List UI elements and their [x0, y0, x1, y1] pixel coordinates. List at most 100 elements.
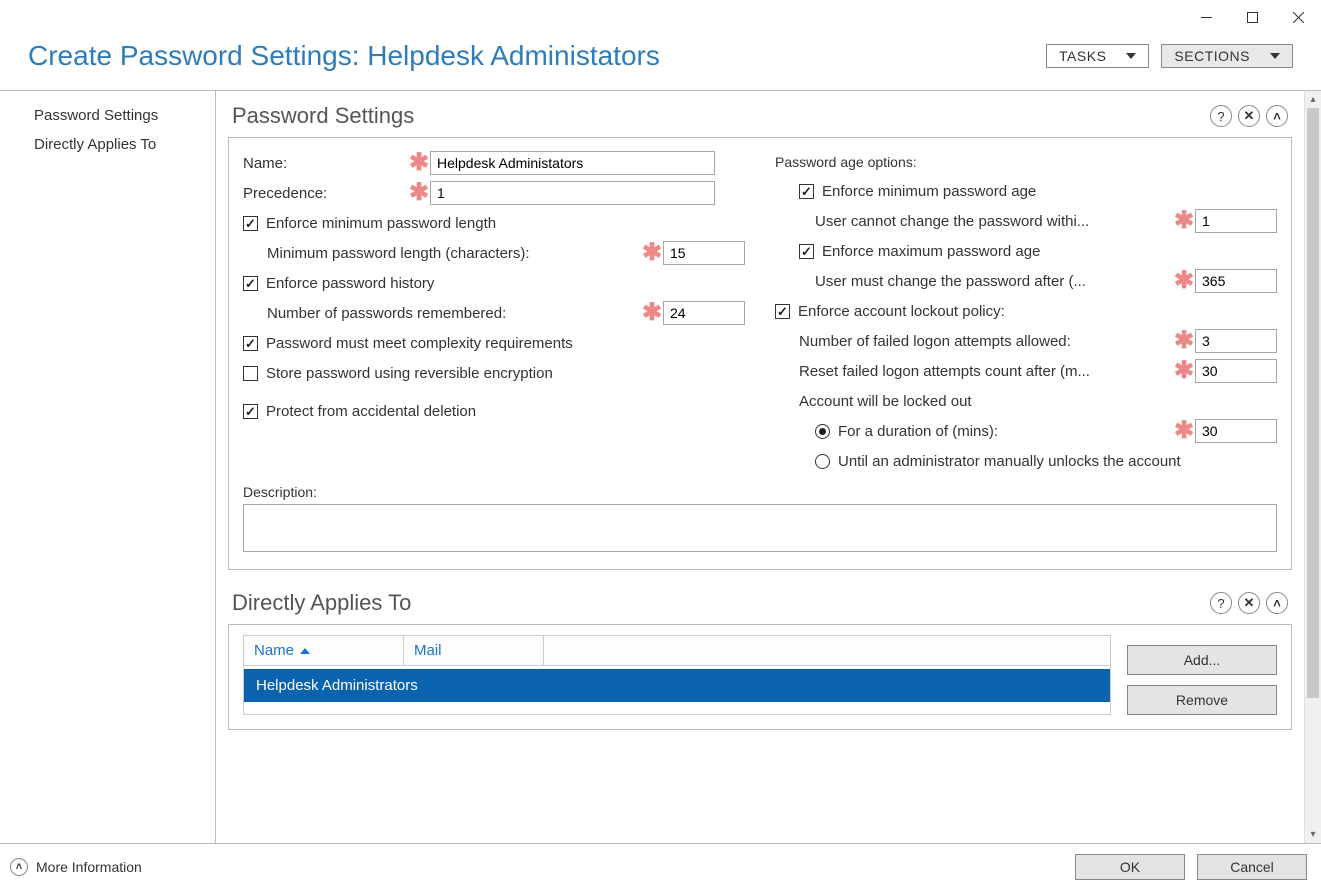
- remove-button[interactable]: Remove: [1127, 685, 1277, 715]
- min-length-input[interactable]: [663, 241, 745, 265]
- lockout-admin-label: Until an administrator manually unlocks …: [838, 453, 1181, 470]
- precedence-label: Precedence:: [243, 185, 408, 202]
- enforce-lockout-checkbox[interactable]: [775, 304, 790, 319]
- cancel-button[interactable]: Cancel: [1197, 854, 1307, 880]
- left-column: Name: ✱ Precedence: ✱ En: [243, 148, 745, 476]
- description-label: Description:: [243, 484, 1277, 500]
- collapse-icon[interactable]: ˄: [1266, 105, 1288, 127]
- enforce-lockout-label: Enforce account lockout policy:: [798, 303, 1005, 320]
- content-wrap: Password Settings ? ✕ ˄ Name: ✱: [216, 91, 1321, 843]
- password-settings-panel: Name: ✱ Precedence: ✱ En: [228, 137, 1292, 570]
- sidebar: Password Settings Directly Applies To: [0, 91, 216, 843]
- add-button[interactable]: Add...: [1127, 645, 1277, 675]
- max-age-sub-label: User must change the password after (...: [815, 273, 1173, 290]
- applies-to-table: Name Mail Helpdesk Administrators: [243, 635, 1111, 715]
- reset-count-label: Reset failed logon attempts count after …: [799, 363, 1173, 380]
- table-side-buttons: Add... Remove: [1127, 635, 1277, 715]
- enforce-max-age-checkbox[interactable]: [799, 244, 814, 259]
- table-header: Name Mail: [244, 636, 1110, 666]
- more-information-toggle[interactable]: ˄ More Information: [10, 858, 142, 876]
- footer: ˄ More Information OK Cancel: [0, 843, 1321, 889]
- enforce-min-length-label: Enforce minimum password length: [266, 215, 496, 232]
- sidebar-item-password-settings[interactable]: Password Settings: [0, 101, 215, 130]
- lockout-duration-label: For a duration of (mins):: [838, 423, 1173, 440]
- chevron-down-icon: [1270, 53, 1280, 59]
- close-button[interactable]: [1275, 2, 1321, 32]
- scroll-up-icon[interactable]: ▴: [1305, 91, 1321, 108]
- right-column: Password age options: Enforce minimum pa…: [775, 148, 1277, 476]
- row-name: Helpdesk Administrators: [256, 677, 418, 694]
- required-icon: ✱: [641, 246, 663, 260]
- section-header-applies-to: Directly Applies To ? ✕ ˄: [228, 586, 1292, 624]
- help-icon[interactable]: ?: [1210, 105, 1232, 127]
- required-icon: ✱: [641, 306, 663, 320]
- sort-asc-icon: [300, 648, 310, 654]
- scroll-down-icon[interactable]: ▾: [1305, 826, 1321, 843]
- reset-count-input[interactable]: [1195, 359, 1277, 383]
- column-mail[interactable]: Mail: [404, 636, 544, 665]
- clear-icon[interactable]: ✕: [1238, 105, 1260, 127]
- sections-dropdown[interactable]: SECTIONS: [1161, 44, 1293, 68]
- content: Password Settings ? ✕ ˄ Name: ✱: [216, 91, 1304, 843]
- required-icon: ✱: [408, 186, 430, 200]
- enforce-min-length-checkbox[interactable]: [243, 216, 258, 231]
- section-title: Directly Applies To: [232, 590, 411, 616]
- page-title: Create Password Settings: Helpdesk Admin…: [28, 40, 660, 72]
- vertical-scrollbar[interactable]: ▴ ▾: [1304, 91, 1321, 843]
- enforce-history-label: Enforce password history: [266, 275, 434, 292]
- applies-to-panel: Name Mail Helpdesk Administrators: [228, 624, 1292, 730]
- max-age-input[interactable]: [1195, 269, 1277, 293]
- tasks-dropdown[interactable]: TASKS: [1046, 44, 1149, 68]
- help-icon[interactable]: ?: [1210, 592, 1232, 614]
- collapse-icon[interactable]: ˄: [1266, 592, 1288, 614]
- complexity-label: Password must meet complexity requiremen…: [266, 335, 573, 352]
- history-count-input[interactable]: [663, 301, 745, 325]
- lockout-admin-radio[interactable]: [815, 454, 830, 469]
- description-input[interactable]: [243, 504, 1277, 552]
- history-count-label: Number of passwords remembered:: [267, 305, 641, 322]
- more-information-label: More Information: [36, 859, 142, 875]
- protect-checkbox[interactable]: [243, 404, 258, 419]
- minimize-button[interactable]: [1183, 2, 1229, 32]
- name-label: Name:: [243, 155, 408, 172]
- lockout-duration-input[interactable]: [1195, 419, 1277, 443]
- ok-button[interactable]: OK: [1075, 854, 1185, 880]
- clear-icon[interactable]: ✕: [1238, 592, 1260, 614]
- protect-label: Protect from accidental deletion: [266, 403, 476, 420]
- chevron-up-icon: ˄: [10, 858, 28, 876]
- failed-attempts-input[interactable]: [1195, 329, 1277, 353]
- required-icon: ✱: [1173, 424, 1195, 438]
- sections-label: SECTIONS: [1174, 48, 1250, 64]
- required-icon: ✱: [1173, 274, 1195, 288]
- required-icon: ✱: [1173, 334, 1195, 348]
- body: Password Settings Directly Applies To Pa…: [0, 90, 1321, 843]
- chevron-down-icon: [1126, 53, 1136, 59]
- locked-out-label: Account will be locked out: [799, 393, 972, 410]
- min-age-input[interactable]: [1195, 209, 1277, 233]
- min-age-sub-label: User cannot change the password withi...: [815, 213, 1173, 230]
- column-spacer: [544, 636, 1110, 665]
- reversible-checkbox[interactable]: [243, 366, 258, 381]
- enforce-max-age-label: Enforce maximum password age: [822, 243, 1040, 260]
- maximize-button[interactable]: [1229, 2, 1275, 32]
- sidebar-item-directly-applies-to[interactable]: Directly Applies To: [0, 130, 215, 159]
- table-row[interactable]: Helpdesk Administrators: [244, 669, 1110, 702]
- section-title: Password Settings: [232, 103, 414, 129]
- age-options-label: Password age options:: [775, 154, 917, 170]
- tasks-label: TASKS: [1059, 48, 1106, 64]
- enforce-history-checkbox[interactable]: [243, 276, 258, 291]
- min-length-label: Minimum password length (characters):: [267, 245, 641, 262]
- precedence-input[interactable]: [430, 181, 715, 205]
- column-name[interactable]: Name: [244, 636, 404, 665]
- required-icon: ✱: [1173, 364, 1195, 378]
- complexity-checkbox[interactable]: [243, 336, 258, 351]
- enforce-min-age-label: Enforce minimum password age: [822, 183, 1036, 200]
- reversible-label: Store password using reversible encrypti…: [266, 365, 553, 382]
- name-input[interactable]: [430, 151, 715, 175]
- enforce-min-age-checkbox[interactable]: [799, 184, 814, 199]
- window: Create Password Settings: Helpdesk Admin…: [0, 0, 1321, 889]
- lockout-duration-radio[interactable]: [815, 424, 830, 439]
- required-icon: ✱: [1173, 214, 1195, 228]
- titlebar: [0, 0, 1321, 34]
- scroll-thumb[interactable]: [1307, 108, 1319, 698]
